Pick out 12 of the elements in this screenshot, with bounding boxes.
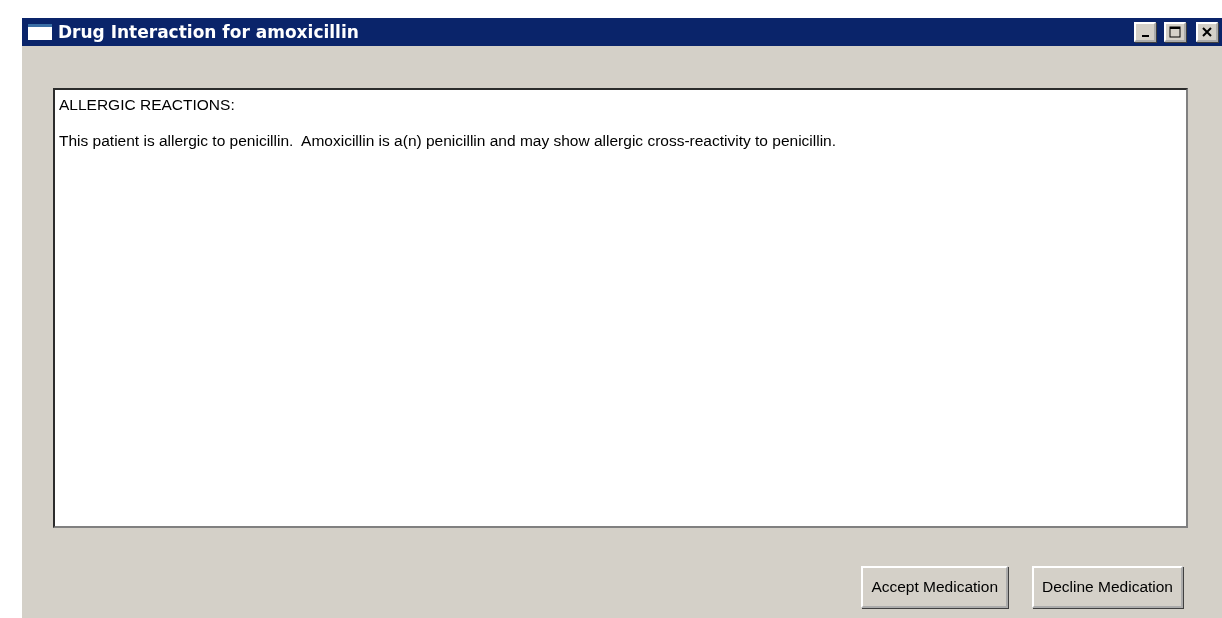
maximize-button[interactable] [1164, 22, 1186, 42]
minimize-button[interactable] [1134, 22, 1156, 42]
message-heading: ALLERGIC REACTIONS: [59, 96, 236, 114]
close-icon [1201, 26, 1213, 38]
minimize-icon [1141, 34, 1149, 37]
decline-button[interactable]: Decline Medication [1032, 566, 1183, 608]
close-button[interactable] [1196, 22, 1218, 42]
window-icon [28, 24, 52, 40]
accept-button[interactable]: Accept Medication [861, 566, 1009, 608]
window-title: Drug Interaction for amoxicillin [58, 22, 360, 42]
message-text: This patient is allergic to penicillin. Amoxicillin is a(n) penicillin and may show allergic cross-reactivity to penicillin. [59, 132, 838, 150]
maximize-icon [1169, 26, 1181, 38]
